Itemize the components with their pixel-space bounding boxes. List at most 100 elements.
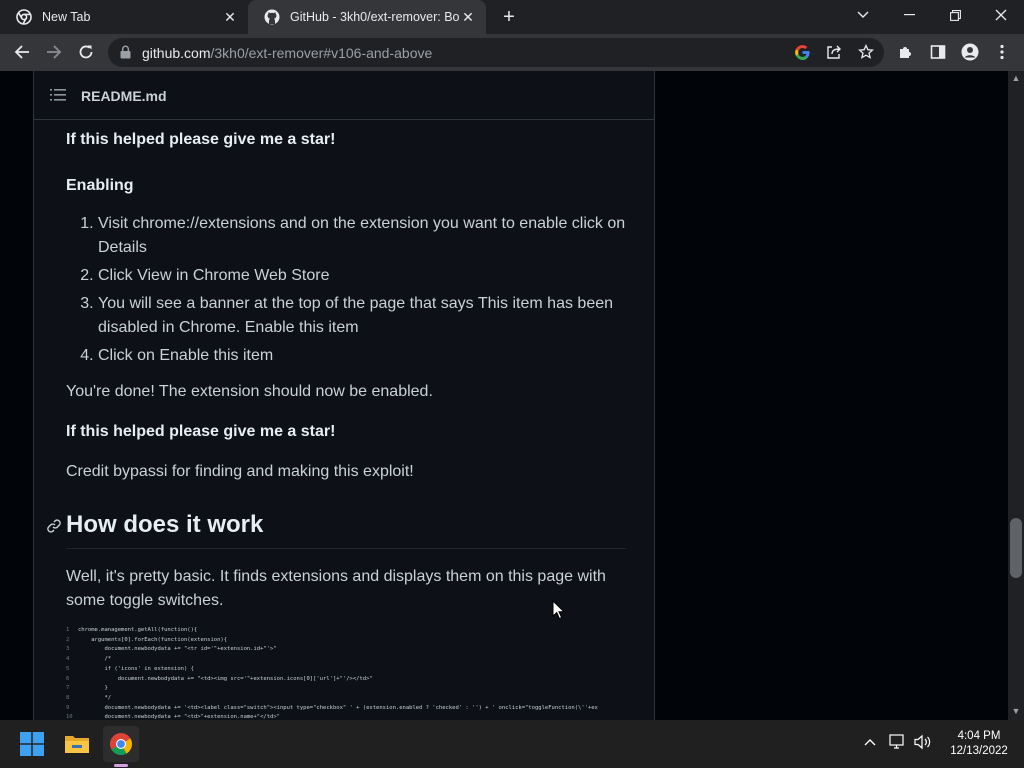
profile-button[interactable] <box>958 40 982 64</box>
code-block: 1 chrome.management.getAll(function(){ 2 a… <box>66 626 626 720</box>
star-note-text: If this helped please give me a star! <box>66 131 336 148</box>
scroll-down-icon[interactable]: ▼ <box>1008 704 1024 718</box>
close-window-button[interactable] <box>978 0 1024 30</box>
network-icon[interactable] <box>889 734 907 750</box>
list-item: You will see a banner at the top of the … <box>98 292 626 340</box>
reload-button[interactable] <box>74 40 98 64</box>
chevron-down-icon <box>857 11 869 18</box>
code-line-number: 8 <box>66 694 70 701</box>
share-button[interactable] <box>822 40 846 64</box>
tab-github[interactable]: GitHub - 3kh0/ext-remover: Bool ✕ <box>248 0 486 34</box>
new-tab-button[interactable]: + <box>498 6 520 28</box>
puzzle-icon <box>900 47 911 58</box>
reload-icon <box>79 45 93 59</box>
mouse-cursor-icon <box>552 600 566 620</box>
code-line: 6 document.newbodydata += "<td><img src=… <box>66 675 626 685</box>
folder-icon <box>65 736 89 753</box>
extensions-button[interactable] <box>894 40 918 64</box>
code-line: 7 } <box>66 684 626 694</box>
code-line: 8 */ <box>66 694 626 704</box>
tab-title: GitHub - 3kh0/ext-remover: Bool <box>290 10 460 24</box>
code-line: 1 chrome.management.getAll(function(){ <box>66 626 626 636</box>
google-icon <box>794 44 810 60</box>
volume-icon[interactable] <box>914 734 932 750</box>
list-item: Click on Enable this item <box>98 344 626 368</box>
minimize-icon <box>903 14 915 16</box>
windows-taskbar: 4:04 PM 12/13/2022 <box>0 720 1024 768</box>
tab-strip: New Tab ✕ GitHub - 3kh0/ext-remover: Boo… <box>0 0 1024 34</box>
file-explorer-button[interactable] <box>59 726 95 762</box>
readme-filename[interactable]: README.md <box>81 88 167 104</box>
start-button[interactable] <box>14 726 50 762</box>
star-icon <box>858 44 874 59</box>
restore-icon <box>949 9 961 21</box>
minimize-button[interactable] <box>886 0 932 30</box>
arrow-left-icon <box>14 45 29 59</box>
restore-button[interactable] <box>932 0 978 30</box>
code-line-number: 9 <box>66 704 70 711</box>
avatar-icon <box>961 43 979 61</box>
code-line-number: 3 <box>66 646 70 653</box>
code-line: 2 arguments[0].forEach(function(extensio… <box>66 636 626 646</box>
star-note: If this helped please give me a star! <box>66 128 626 152</box>
side-panel-button[interactable] <box>926 40 950 64</box>
scrollbar-thumb[interactable] <box>1010 518 1022 578</box>
how-text: Well, it's pretty basic. It finds extens… <box>66 568 606 609</box>
steps-list: Visit chrome://extensions and on the ext… <box>66 212 626 368</box>
code-line-number: 5 <box>66 665 70 672</box>
code-line-text: document.newbodydata += '<td><label clas… <box>78 704 598 711</box>
page-scrollbar[interactable]: ▲ ▼ <box>1008 71 1024 720</box>
enabling-heading: Enabling <box>66 174 626 198</box>
code-line-text: /* <box>78 656 112 663</box>
browser-toolbar: github.com/3kh0/ext-remover#v106-and-abo… <box>0 34 1024 71</box>
side-panel-icon <box>930 45 946 59</box>
how-heading: How does it work <box>47 510 626 549</box>
tab-new-tab[interactable]: New Tab ✕ <box>0 0 248 34</box>
address-bar[interactable]: github.com/3kh0/ext-remover#v106-and-abo… <box>108 38 884 67</box>
code-line: 4 /* <box>66 655 626 665</box>
code-line-number: 1 <box>66 627 70 633</box>
system-clock[interactable]: 4:04 PM 12/13/2022 <box>944 729 1014 759</box>
code-line-text: arguments[0].forEach(function(extension)… <box>78 636 228 643</box>
code-line-number: 2 <box>66 636 70 643</box>
bookmark-button[interactable] <box>854 40 878 64</box>
scroll-up-icon[interactable]: ▲ <box>1008 71 1024 85</box>
github-favicon-icon <box>264 9 280 25</box>
clock-time: 4:04 PM <box>957 730 1001 742</box>
tab-close-icon[interactable]: ✕ <box>460 9 476 25</box>
windows-logo-icon <box>20 732 44 756</box>
arrow-right-icon <box>47 45 62 59</box>
readme-panel: README.md If this helped please give me … <box>33 71 655 720</box>
link-icon[interactable] <box>46 518 62 534</box>
url-host: github.com <box>142 45 211 61</box>
lock-icon[interactable] <box>120 45 131 59</box>
back-button[interactable] <box>10 40 34 64</box>
code-line: 9 document.newbodydata += '<td><label cl… <box>66 704 626 714</box>
code-line-number: 6 <box>66 675 70 682</box>
chrome-taskbar-button[interactable] <box>103 726 139 762</box>
list-item: Visit chrome://extensions and on the ext… <box>98 212 626 260</box>
markdown-body: If this helped please give me a star! En… <box>47 120 626 613</box>
enabling-heading-text: Enabling <box>66 177 134 194</box>
share-icon <box>827 45 841 59</box>
list-item: Click View in Chrome Web Store <box>98 264 626 288</box>
tab-title: New Tab <box>42 10 91 24</box>
web-page: README.md If this helped please give me … <box>0 71 1008 720</box>
outline-list-icon[interactable] <box>50 88 66 102</box>
code-line-text: chrome.management.getAll(function(){ <box>78 627 198 633</box>
url-text[interactable]: github.com/3kh0/ext-remover#v106-and-abo… <box>142 45 432 61</box>
code-line: 10 document.newbodydata += "<td>"+extens… <box>66 713 626 720</box>
chevron-up-icon[interactable] <box>864 738 876 746</box>
url-path: /3kh0/ext-remover#v106-and-above <box>210 45 433 61</box>
code-line-text: document.newbodydata += "<td><img src='"… <box>78 675 373 682</box>
tab-search-button[interactable] <box>840 0 886 30</box>
how-heading-text: How does it work <box>66 510 626 549</box>
readme-header: README.md <box>34 71 654 120</box>
google-lens-button[interactable] <box>790 40 814 64</box>
forward-button[interactable] <box>42 40 66 64</box>
chrome-favicon-icon <box>16 9 32 25</box>
menu-button[interactable] <box>990 40 1014 64</box>
tab-close-icon[interactable]: ✕ <box>222 9 238 25</box>
code-line-text: } <box>78 685 108 692</box>
code-line: 3 document.newbodydata += "<tr id='"+ext… <box>66 645 626 655</box>
